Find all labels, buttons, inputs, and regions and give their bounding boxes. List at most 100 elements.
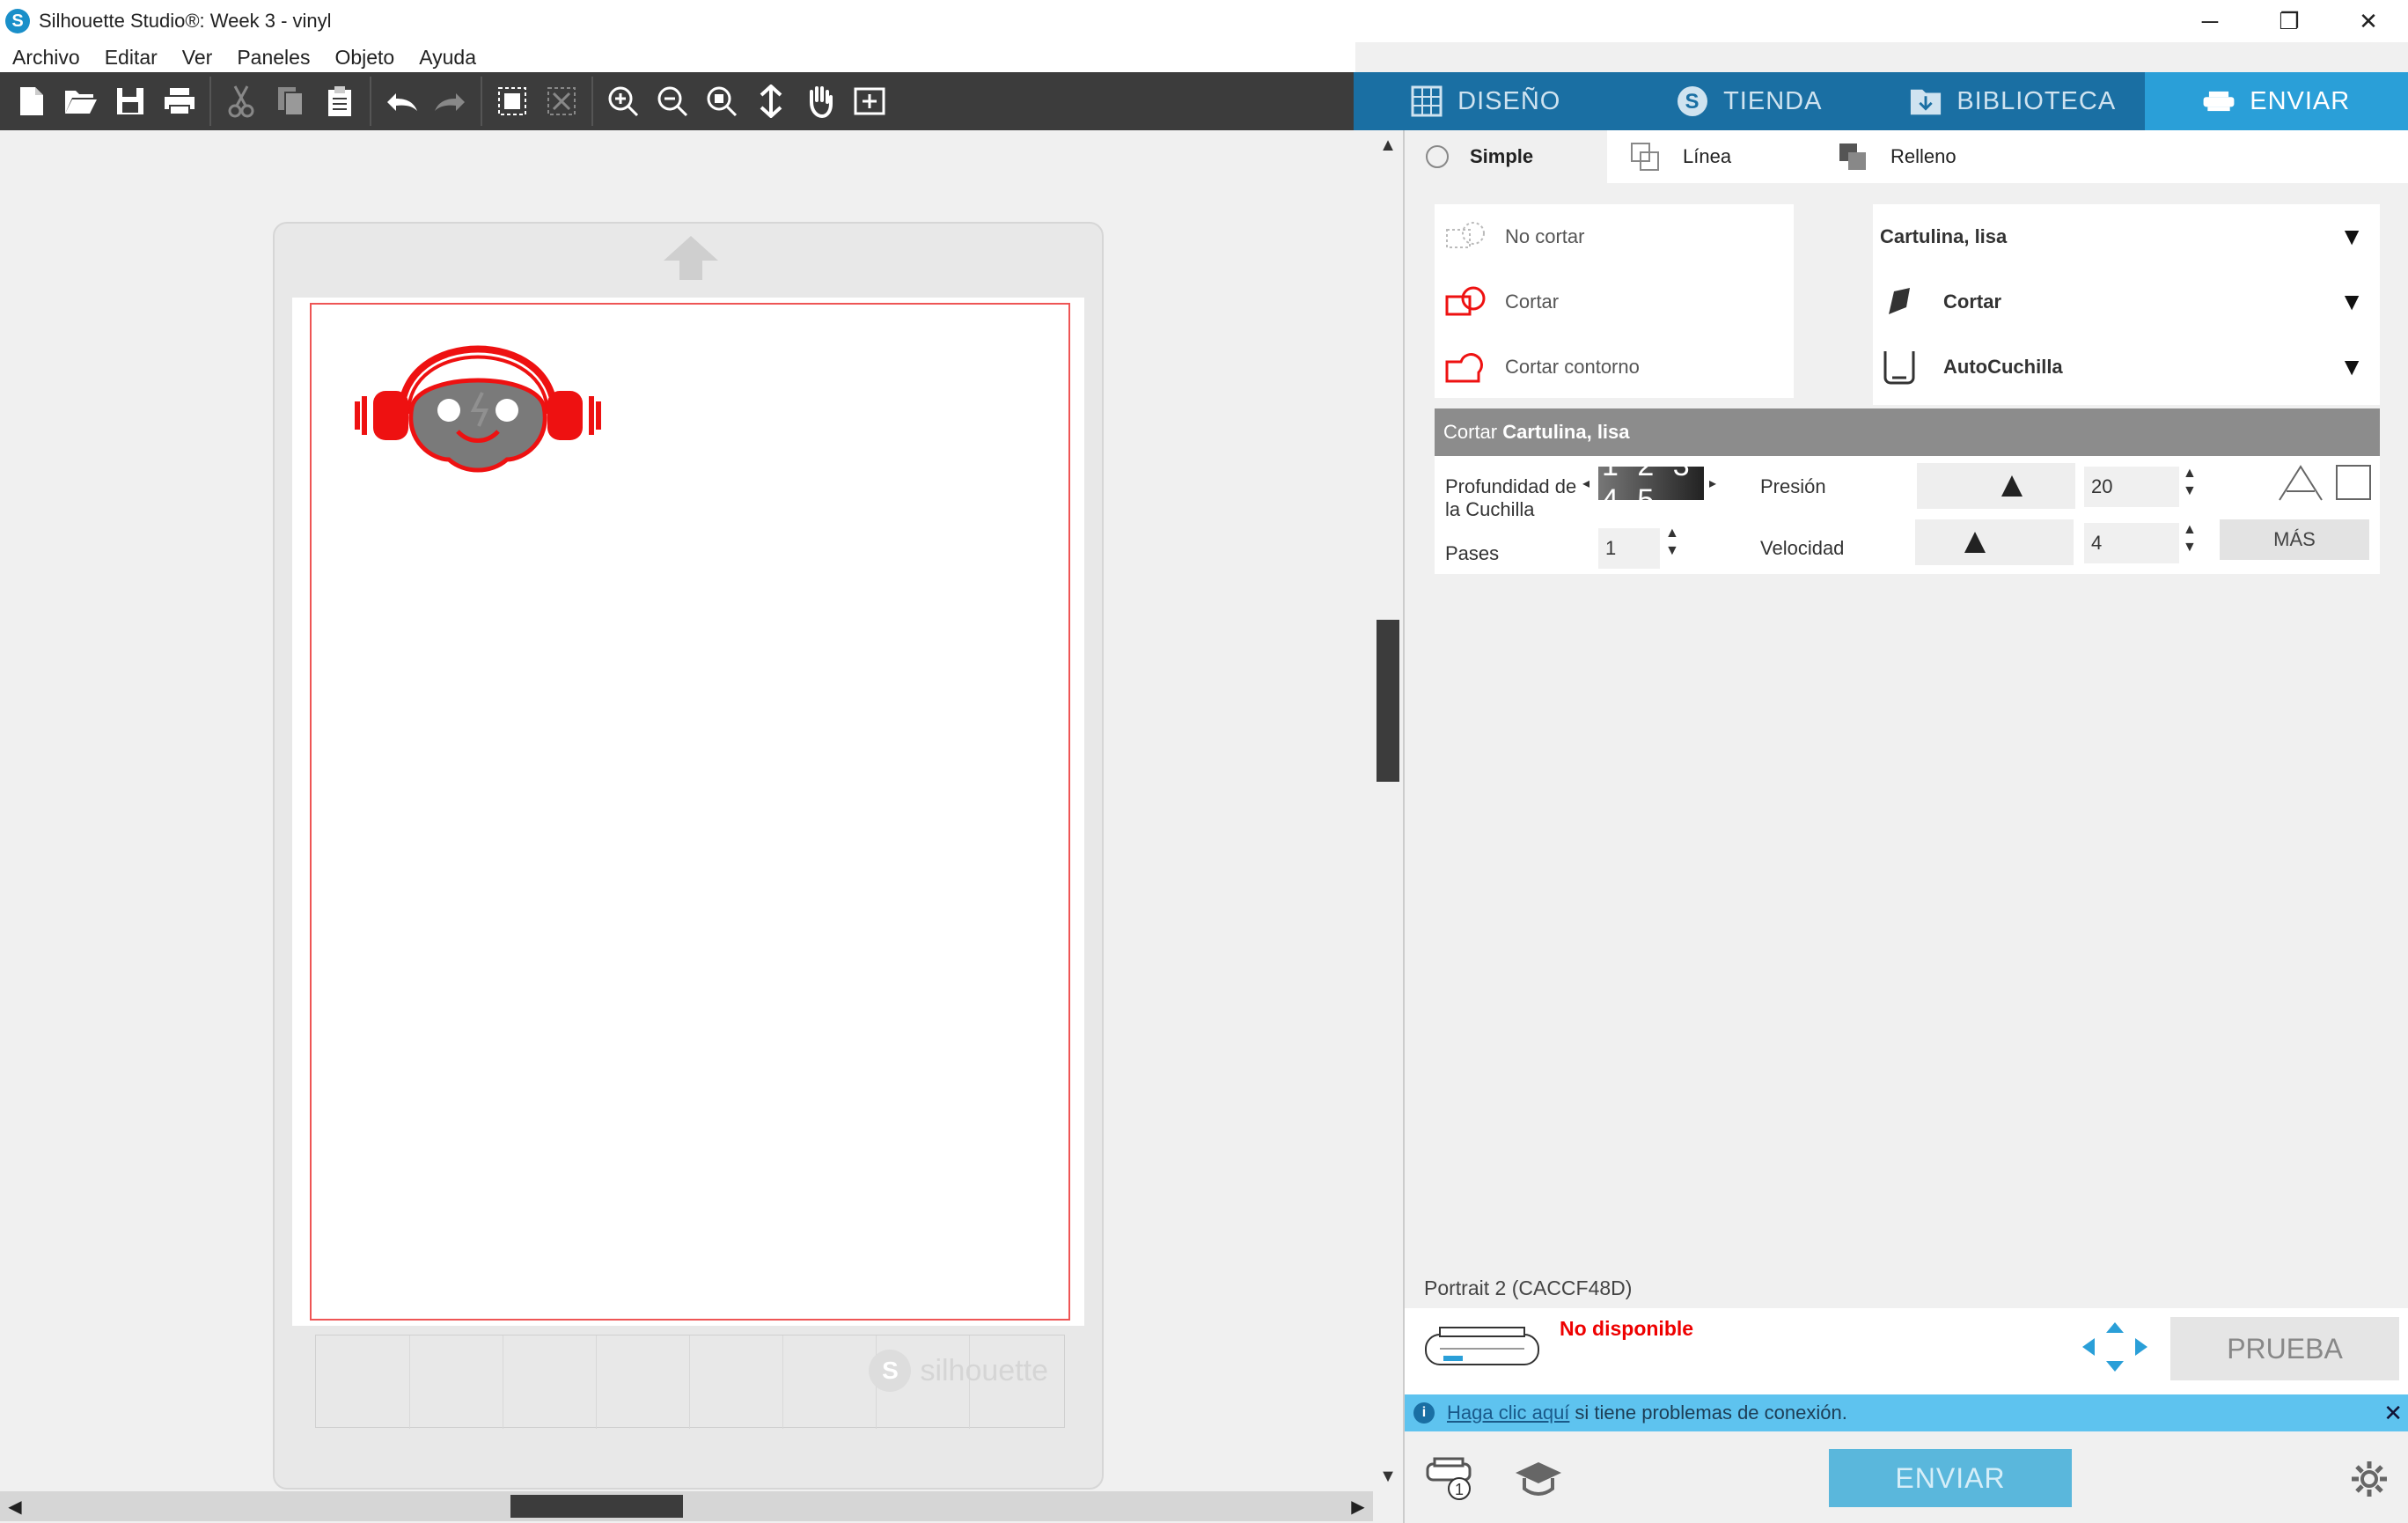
send-panel: Simple Línea Relleno No cortar Cortar Co… [1403, 130, 2408, 1523]
speed-input[interactable]: 4 [2084, 523, 2179, 563]
help-link[interactable]: Haga clic aquí [1447, 1402, 1569, 1424]
pressure-slider-handle[interactable] [2001, 475, 2023, 497]
send-button[interactable]: ENVIAR [1829, 1449, 2072, 1507]
material-type-value: Cartulina, lisa [1880, 225, 2008, 247]
action-no-cortar[interactable]: No cortar [1435, 204, 1794, 269]
window-title: Silhouette Studio®: Week 3 - vinyl [39, 10, 332, 32]
material-type-dropdown[interactable]: Cartulina, lisa ▼ [1873, 204, 2380, 269]
action-cortar-contorno[interactable]: Cortar contorno [1435, 335, 1794, 400]
tab-label: TIENDA [1723, 86, 1823, 115]
passes-stepper-icon[interactable]: ▲ ▼ [1665, 525, 1679, 560]
menu-paneles[interactable]: Paneles [237, 46, 310, 70]
action-dropdown[interactable]: Cortar ▼ [1873, 269, 2380, 335]
toolbar-separator [209, 77, 211, 126]
fit-page-icon[interactable] [845, 77, 894, 126]
copy-icon[interactable] [266, 77, 315, 126]
silhouette-logo-icon: S [869, 1350, 912, 1392]
canvas-area[interactable]: S silhouette [0, 130, 1373, 1491]
grid-icon [1410, 85, 1443, 118]
vertical-scroll-thumb[interactable] [1377, 620, 1399, 782]
chevron-down-icon: ▼ [2339, 353, 2364, 380]
speed-stepper-icon[interactable]: ▲ ▼ [2183, 521, 2197, 556]
zoom-fit-icon[interactable] [697, 77, 746, 126]
action-label: No cortar [1505, 225, 1585, 247]
scroll-up-arrow-icon[interactable]: ▲ [1373, 130, 1403, 160]
arrow-left-icon[interactable]: ◂ [1582, 475, 1589, 493]
scroll-down-arrow-icon[interactable]: ▼ [1373, 1461, 1403, 1491]
horizontal-scrollbar[interactable]: ◀ ▶ [0, 1491, 1373, 1521]
open-folder-icon[interactable] [56, 77, 106, 126]
more-button[interactable]: MÁS [2220, 519, 2369, 560]
cut-settings-header: Cortar Cartulina, lisa [1435, 408, 2380, 456]
horizontal-scroll-thumb[interactable] [510, 1495, 683, 1518]
settings-header-material: Cartulina, lisa [1502, 421, 1630, 443]
action-cortar[interactable]: Cortar [1435, 269, 1794, 335]
menu-ver[interactable]: Ver [182, 46, 213, 70]
paste-icon[interactable] [315, 77, 364, 126]
title-bar: S Silhouette Studio®: Week 3 - vinyl ─ ❐… [0, 0, 2408, 42]
mat-brand-text: silhouette [920, 1353, 1048, 1387]
pan-down-icon[interactable] [746, 77, 796, 126]
grid-line [409, 1335, 410, 1429]
zoom-out-icon[interactable] [648, 77, 697, 126]
tab-enviar[interactable]: ENVIAR [2144, 72, 2408, 130]
minimize-button[interactable]: ─ [2170, 0, 2250, 42]
menu-archivo[interactable]: Archivo [12, 46, 80, 70]
tool-value: AutoCuchilla [1943, 356, 2063, 378]
ungroup-icon[interactable] [537, 77, 586, 126]
tab-diseno[interactable]: DISEÑO [1354, 72, 1618, 130]
tool-dropdown[interactable]: AutoCuchilla ▼ [1873, 335, 2380, 400]
tab-biblioteca[interactable]: BIBLIOTECA [1881, 72, 2145, 130]
tab-simple[interactable]: Simple [1405, 130, 1607, 183]
svg-text:S: S [1685, 90, 1700, 114]
close-button[interactable]: ✕ [2329, 0, 2408, 42]
scroll-right-arrow-icon[interactable]: ▶ [1343, 1491, 1373, 1521]
redo-icon[interactable] [426, 77, 475, 126]
restore-button[interactable]: ❐ [2250, 0, 2329, 42]
machine-status-box: No disponible PRUEBA [1405, 1308, 2408, 1396]
overcut-icon[interactable] [2276, 461, 2325, 508]
pressure-slider[interactable] [1917, 463, 2075, 509]
autoblade-icon [1883, 351, 1915, 385]
pressure-stepper-icon[interactable]: ▲ ▼ [2183, 465, 2197, 500]
new-document-icon[interactable] [7, 77, 56, 126]
save-icon[interactable] [106, 77, 155, 126]
tab-label: BIBLIOTECA [1956, 86, 2117, 115]
tutorial-cap-icon[interactable] [1510, 1453, 1567, 1505]
gear-icon[interactable] [2341, 1453, 2397, 1505]
send-queue-icon[interactable]: 1 [1422, 1453, 1479, 1505]
test-button[interactable]: PRUEBA [2170, 1317, 2399, 1380]
overcut-checkbox[interactable] [2336, 465, 2371, 500]
menu-ayuda[interactable]: Ayuda [419, 46, 476, 70]
tab-tienda[interactable]: S TIENDA [1618, 72, 1882, 130]
vertical-scrollbar[interactable]: ▲ ▼ [1373, 130, 1403, 1491]
menu-editar[interactable]: Editar [105, 46, 158, 70]
passes-input[interactable]: 1 [1598, 528, 1660, 569]
tab-linea[interactable]: Línea [1607, 130, 1815, 183]
send-mode-tabs: Simple Línea Relleno [1405, 130, 2408, 183]
grid-line [782, 1335, 783, 1429]
menu-objeto[interactable]: Objeto [334, 46, 394, 70]
group-icon[interactable] [488, 77, 537, 126]
cut-icon[interactable] [217, 77, 266, 126]
passes-label: Pases [1445, 542, 1500, 564]
speed-slider[interactable] [1915, 519, 2074, 565]
move-arrows-icon[interactable] [2081, 1321, 2149, 1373]
chevron-down-icon: ▼ [2339, 288, 2364, 315]
blade-depth-dial[interactable]: 1 2 3 4 5 [1598, 467, 1704, 500]
speed-label: Velocidad [1760, 537, 1845, 559]
speed-slider-handle[interactable] [1964, 532, 1986, 553]
pressure-input[interactable]: 20 [2084, 467, 2179, 507]
robot-headphones-design[interactable] [350, 319, 606, 478]
zoom-in-icon[interactable] [598, 77, 648, 126]
undo-icon[interactable] [377, 77, 426, 126]
hand-icon[interactable] [796, 77, 845, 126]
tab-relleno[interactable]: Relleno [1815, 130, 2408, 183]
tab-label: Relleno [1890, 145, 1956, 167]
close-icon[interactable]: ✕ [2383, 1400, 2403, 1427]
arrow-right-icon[interactable]: ▸ [1709, 475, 1716, 493]
print-icon[interactable] [155, 77, 204, 126]
line-mode-icon [1631, 143, 1659, 171]
scroll-left-arrow-icon[interactable]: ◀ [0, 1491, 30, 1521]
queue-badge: 1 [1455, 1481, 1464, 1498]
